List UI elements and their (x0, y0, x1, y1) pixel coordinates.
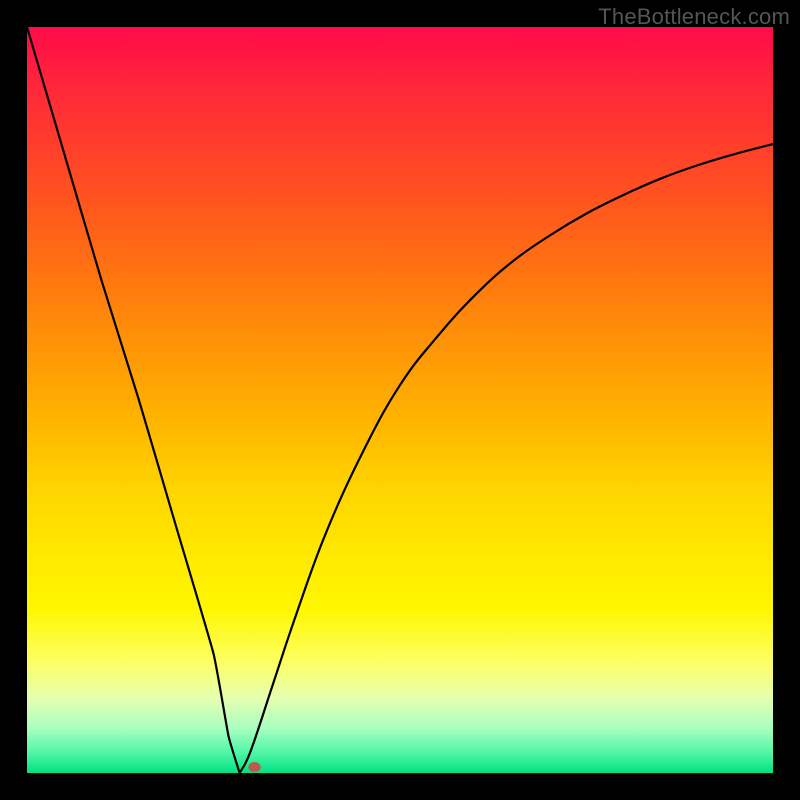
frame: TheBottleneck.com (0, 0, 800, 800)
curve-path (27, 27, 773, 773)
bottleneck-curve (27, 27, 773, 773)
watermark-text: TheBottleneck.com (598, 4, 790, 30)
chart-plot-area (27, 27, 773, 773)
min-marker (248, 762, 260, 772)
